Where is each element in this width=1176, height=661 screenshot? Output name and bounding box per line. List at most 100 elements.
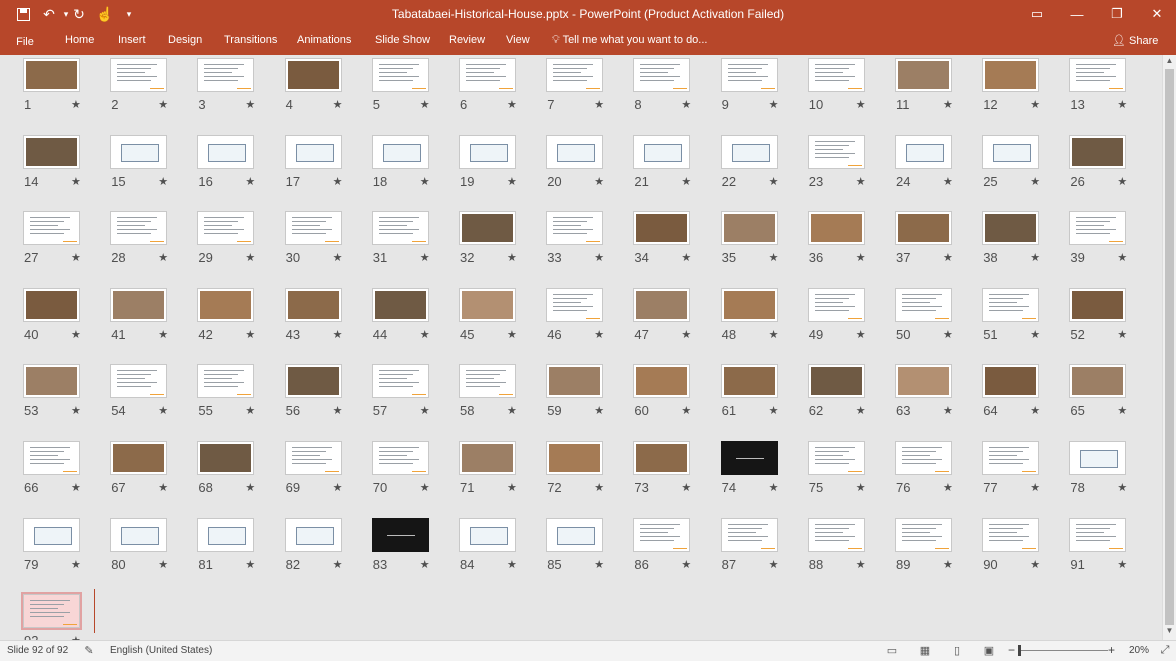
slide-thumbnail[interactable]: [1069, 441, 1127, 475]
zoom-out-button[interactable]: −: [1008, 643, 1015, 657]
animation-star-icon[interactable]: ★: [158, 98, 168, 111]
slide-thumbnail-item[interactable]: 82 ★: [284, 517, 343, 578]
slide-thumbnail[interactable]: [459, 58, 516, 92]
animation-star-icon[interactable]: ★: [158, 481, 168, 494]
slide-thumbnail[interactable]: [371, 517, 429, 552]
slide-thumbnail[interactable]: [284, 364, 342, 399]
animation-star-icon[interactable]: ★: [71, 175, 81, 188]
tab-slide-show[interactable]: Slide Show: [375, 34, 430, 46]
slide-thumbnail-item[interactable]: 89 ★: [895, 517, 953, 578]
slide-thumbnail-item[interactable]: 18 ★: [371, 134, 430, 195]
slide-thumbnail[interactable]: [1069, 134, 1127, 169]
slide-thumbnail[interactable]: [197, 287, 255, 322]
fit-to-window-icon[interactable]: ⤢: [1158, 644, 1172, 656]
animation-star-icon[interactable]: ★: [769, 404, 779, 417]
slide-thumbnail[interactable]: [371, 58, 429, 92]
animation-star-icon[interactable]: ★: [594, 328, 604, 341]
share-button[interactable]: 👤︎ Share: [1112, 34, 1158, 47]
slide-thumbnail[interactable]: [110, 364, 168, 399]
scroll-down-icon[interactable]: ▼: [1163, 626, 1176, 639]
animation-star-icon[interactable]: ★: [943, 175, 953, 188]
slide-thumbnail-item[interactable]: 13 ★: [1069, 58, 1127, 118]
animation-star-icon[interactable]: ★: [1117, 558, 1127, 571]
slide-thumbnail[interactable]: [633, 364, 691, 399]
animation-star-icon[interactable]: ★: [856, 481, 866, 494]
animation-star-icon[interactable]: ★: [158, 175, 168, 188]
animation-star-icon[interactable]: ★: [158, 404, 168, 417]
slide-thumbnail[interactable]: [546, 58, 604, 92]
animation-star-icon[interactable]: ★: [507, 481, 517, 494]
animation-star-icon[interactable]: ★: [507, 328, 517, 341]
slide-thumbnail-item[interactable]: 69 ★: [284, 441, 343, 501]
animation-star-icon[interactable]: ★: [245, 558, 255, 571]
tab-insert[interactable]: Insert: [118, 34, 146, 46]
slide-thumbnail[interactable]: [284, 211, 342, 246]
slide-thumbnail-item[interactable]: 16 ★: [197, 134, 255, 195]
animation-star-icon[interactable]: ★: [1030, 98, 1040, 111]
slide-thumbnail[interactable]: [720, 364, 778, 399]
animation-star-icon[interactable]: ★: [769, 175, 779, 188]
slide-thumbnail[interactable]: [284, 58, 342, 92]
animation-star-icon[interactable]: ★: [1030, 404, 1040, 417]
slide-thumbnail-item[interactable]: 66 ★: [23, 441, 81, 501]
animation-star-icon[interactable]: ★: [333, 98, 343, 111]
slide-thumbnail-item[interactable]: 37 ★: [895, 211, 953, 271]
slide-thumbnail[interactable]: [720, 287, 778, 322]
slide-thumbnail[interactable]: [23, 287, 80, 322]
tab-home[interactable]: Home: [65, 34, 94, 46]
slide-thumbnail[interactable]: [110, 287, 168, 322]
slide-thumbnail-item[interactable]: 46 ★: [546, 287, 604, 348]
slide-thumbnail-item[interactable]: 2 ★: [110, 58, 168, 118]
animation-star-icon[interactable]: ★: [594, 404, 604, 417]
slide-thumbnail-item[interactable]: 85 ★: [546, 517, 604, 578]
slide-thumbnail[interactable]: [23, 211, 80, 246]
slide-thumbnail[interactable]: [633, 287, 691, 322]
slide-thumbnail[interactable]: [807, 134, 865, 169]
slide-thumbnail-item[interactable]: 4 ★: [284, 58, 343, 118]
slide-thumbnail-item[interactable]: 51 ★: [982, 287, 1040, 348]
slide-thumbnail[interactable]: [459, 441, 516, 475]
vertical-scrollbar[interactable]: ▲ ▼: [1162, 55, 1176, 640]
normal-view-icon[interactable]: ▭: [885, 644, 899, 657]
slide-thumbnail[interactable]: [459, 364, 516, 399]
slide-thumbnail[interactable]: [197, 517, 255, 552]
animation-star-icon[interactable]: ★: [158, 328, 168, 341]
slide-thumbnail[interactable]: [807, 517, 865, 552]
slide-thumbnail-item[interactable]: 31 ★: [371, 211, 430, 271]
slide-thumbnail-item[interactable]: 87 ★: [720, 517, 779, 578]
slide-thumbnail-item[interactable]: 90 ★: [982, 517, 1040, 578]
slide-thumbnail-item[interactable]: 17 ★: [284, 134, 343, 195]
slide-thumbnail[interactable]: [895, 58, 952, 92]
slide-thumbnail[interactable]: [1069, 517, 1127, 552]
animation-star-icon[interactable]: ★: [333, 558, 343, 571]
slide-thumbnail[interactable]: [633, 58, 691, 92]
slide-thumbnail-item[interactable]: 91 ★: [1069, 517, 1127, 578]
animation-star-icon[interactable]: ★: [681, 98, 691, 111]
animation-star-icon[interactable]: ★: [420, 98, 430, 111]
slide-thumbnail-item[interactable]: 33 ★: [546, 211, 604, 271]
slide-thumbnail[interactable]: [197, 441, 255, 475]
animation-star-icon[interactable]: ★: [943, 481, 953, 494]
maximize-icon[interactable]: ❐: [1098, 0, 1136, 28]
slide-thumbnail-item[interactable]: 80 ★: [110, 517, 168, 578]
slide-thumbnail-item[interactable]: 26 ★: [1069, 134, 1127, 195]
slide-thumbnail[interactable]: [982, 364, 1040, 399]
slide-thumbnail[interactable]: [982, 211, 1040, 246]
slide-thumbnail[interactable]: [197, 364, 255, 399]
animation-star-icon[interactable]: ★: [71, 328, 81, 341]
animation-star-icon[interactable]: ★: [420, 328, 430, 341]
slide-thumbnail[interactable]: [633, 211, 691, 246]
language-status[interactable]: English (United States): [110, 645, 212, 656]
slide-thumbnail-item[interactable]: 77 ★: [982, 441, 1040, 501]
animation-star-icon[interactable]: ★: [594, 98, 604, 111]
slide-thumbnail-item[interactable]: 11 ★: [895, 58, 953, 118]
animation-star-icon[interactable]: ★: [856, 558, 866, 571]
slide-thumbnail[interactable]: [546, 517, 604, 552]
animation-star-icon[interactable]: ★: [1030, 175, 1040, 188]
slide-thumbnail-item[interactable]: 64 ★: [982, 364, 1040, 424]
slide-thumbnail-item[interactable]: 34 ★: [633, 211, 691, 271]
animation-star-icon[interactable]: ★: [1117, 328, 1127, 341]
slide-thumbnail[interactable]: [110, 441, 168, 475]
slide-thumbnail[interactable]: [895, 287, 952, 322]
minimize-icon[interactable]: —: [1058, 0, 1096, 28]
